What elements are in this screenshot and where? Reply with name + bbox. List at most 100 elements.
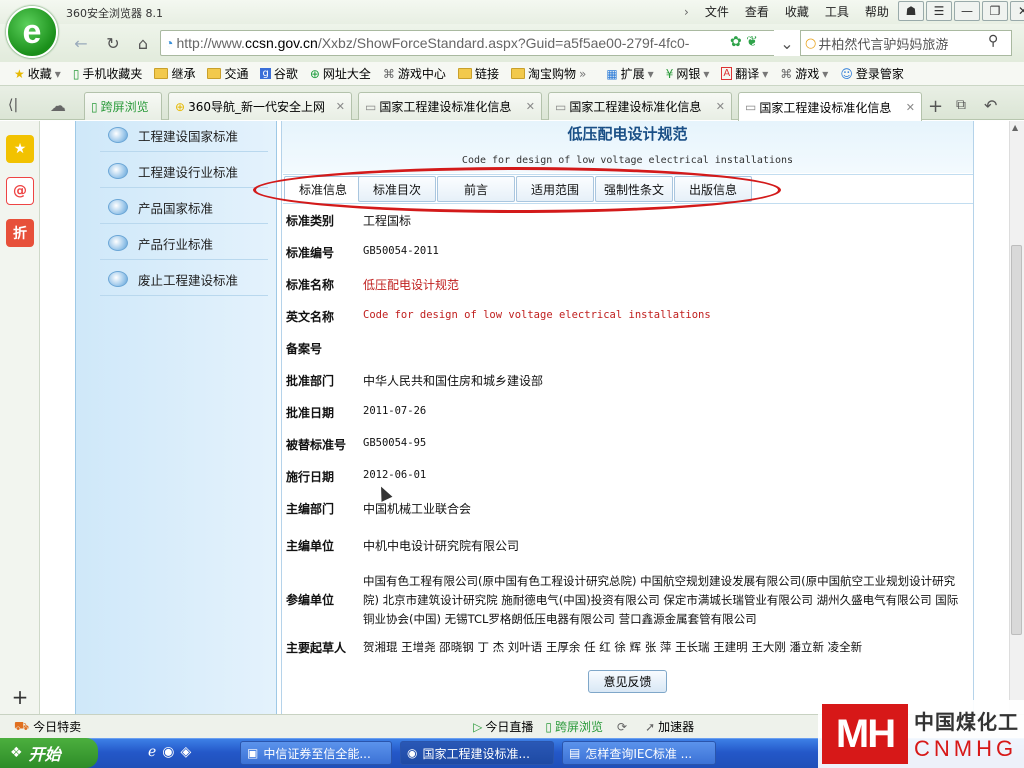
menu-chevron-icon[interactable]: › <box>676 5 697 19</box>
tab-close-icon[interactable]: ✕ <box>332 100 345 113</box>
cloud-icon[interactable]: ☁ <box>50 96 66 115</box>
address-dropdown-icon[interactable]: ⌄ <box>774 30 800 56</box>
scroll-up-icon[interactable]: ▲ <box>1012 123 1018 132</box>
bookmark-game-center[interactable]: ⌘ 游戏中心 <box>377 65 452 82</box>
translate-button[interactable]: A 翻译 ▾ <box>715 65 774 82</box>
menu-favorites[interactable]: 收藏 <box>777 3 817 20</box>
menu-view[interactable]: 查看 <box>737 3 777 20</box>
tab-scroll-left-icon[interactable]: ⟨| <box>8 97 18 113</box>
field-value-standard-name: 低压配电设计规范 <box>363 278 460 292</box>
gamepad-icon: ⌘ <box>780 66 793 81</box>
sidebar-item-industry-engineering[interactable]: 工程建设行业标准 <box>108 156 238 186</box>
field-label: 主要起草人 <box>286 641 347 655</box>
page-icon: ▭ <box>555 99 567 114</box>
sidebar-item-industry-product[interactable]: 产品行业标准 <box>108 228 213 258</box>
yen-icon: ¥ <box>665 66 674 81</box>
shopping-bag-icon: ⛟ <box>14 718 30 733</box>
minimize-button[interactable]: — <box>954 1 980 21</box>
bookmark-mobile-favorites[interactable]: ▯ 手机收藏夹 <box>67 65 149 82</box>
cross-screen-link[interactable]: 跨屏浏览 <box>555 718 603 735</box>
today-live-link[interactable]: 今日直播 <box>485 718 533 735</box>
taskbar-item-citic[interactable]: ▣ 中信证券至信全能... <box>240 741 392 765</box>
app-icon[interactable]: ◈ <box>181 744 192 760</box>
feedback-button[interactable]: 意见反馈 <box>588 670 667 693</box>
taskbar-item-browser[interactable]: ◉ 国家工程建设标准... <box>400 741 554 765</box>
tab-360-nav[interactable]: ⊕ 360导航_新一代安全上网 ✕ <box>168 92 352 120</box>
skin-icon[interactable]: ☗ <box>898 1 924 21</box>
grid-icon: ▦ <box>606 66 618 81</box>
security-shield-icon[interactable]: ✿ ❦ <box>730 34 774 50</box>
search-icon[interactable]: ⚲ <box>988 33 999 49</box>
browser-icon[interactable]: ◉ <box>162 744 174 760</box>
tab-list-icon[interactable]: ⧉ <box>956 97 966 113</box>
watermark-en: CNMHG <box>914 736 1018 761</box>
field-label: 标准编号 <box>286 246 335 260</box>
red-highlight-ellipse <box>253 167 781 213</box>
discount-icon[interactable]: 折 <box>6 219 34 247</box>
tab-close-icon[interactable]: ✕ <box>522 100 535 113</box>
email-icon[interactable]: @ <box>6 177 34 205</box>
translate-icon: A <box>721 67 733 80</box>
bookmark-inherit[interactable]: 继承 <box>148 65 201 82</box>
ie-icon[interactable]: ℯ <box>148 744 156 760</box>
tab-standards-1[interactable]: ▭ 国家工程建设标准化信息 ✕ <box>358 92 542 120</box>
menu-tools[interactable]: 工具 <box>817 3 857 20</box>
browser-logo-icon[interactable]: e <box>6 6 58 58</box>
tab-cross-screen[interactable]: ▯ 跨屏浏览 <box>84 92 162 120</box>
back-button[interactable]: ← <box>68 30 94 56</box>
taskbar-item-document[interactable]: ▤ 怎样查询IEC标准 ... <box>562 741 716 765</box>
field-value-english-name: Code for design of low voltage electrica… <box>363 309 711 321</box>
bookmark-links[interactable]: 链接 <box>452 65 505 82</box>
bookmarks-bar: ★ 收藏 ▾ ▯ 手机收藏夹 继承 交通 g 谷歌 ⊕ 网址大全 ⌘ 游戏中心 链接 淘宝购… <box>0 62 1024 86</box>
rocket-icon: ➚ <box>645 719 656 734</box>
star-icon: ★ <box>14 66 25 81</box>
field-value-standard-number: GB50054-2011 <box>363 245 439 257</box>
close-button[interactable]: ✕ <box>1010 1 1024 21</box>
bookmark-url-directory[interactable]: ⊕ 网址大全 <box>304 65 377 82</box>
bookmark-google[interactable]: g 谷歌 <box>254 65 303 82</box>
undo-close-icon[interactable]: ↶ <box>984 96 997 115</box>
home-button[interactable]: ⌂ <box>130 30 156 56</box>
field-value: 2011-07-26 <box>363 405 427 417</box>
accelerator-link[interactable]: 加速器 <box>658 718 694 735</box>
extensions-button[interactable]: ▦ 扩展 ▾ <box>600 65 659 82</box>
google-icon: g <box>260 68 271 79</box>
search-input[interactable]: ○ 井柏然代言驴妈妈旅游 <box>800 30 1012 56</box>
menu-file[interactable]: 文件 <box>697 3 737 20</box>
refresh-button[interactable]: ↻ <box>100 30 126 56</box>
maximize-button[interactable]: ❐ <box>982 1 1008 21</box>
phone-icon: ▯ <box>91 99 98 114</box>
today-deals-link[interactable]: 今日特卖 <box>33 718 81 735</box>
field-value: 2012-06-01 <box>363 469 427 481</box>
tab-standards-2[interactable]: ▭ 国家工程建设标准化信息 ✕ <box>548 92 732 120</box>
window-controls: ☗ ☰ — ❐ ✕ <box>898 1 1024 21</box>
address-bar[interactable]: ◔ http://www. ccsn.gov.cn/Xxbz/ShowForceS… <box>160 30 796 56</box>
tab-standards-active[interactable]: ▭ 国家工程建设标准化信息 ✕ <box>738 92 922 121</box>
start-button[interactable]: ❖ 开始 <box>0 738 98 768</box>
menu-bar: › 文件 查看 收藏 工具 帮助 <box>676 3 897 20</box>
list-icon[interactable]: ☰ <box>926 1 952 21</box>
netbank-button[interactable]: ¥ 网银 ▾ <box>660 65 716 82</box>
favorites-star-icon[interactable]: ★ <box>6 135 34 163</box>
tab-close-icon[interactable]: ✕ <box>902 101 915 114</box>
games-button[interactable]: ⌘ 游戏 ▾ <box>774 65 834 82</box>
tab-close-icon[interactable]: ✕ <box>712 100 725 113</box>
bookmark-taobao[interactable]: 淘宝购物» <box>505 65 592 82</box>
book-icon <box>108 127 128 143</box>
sync-icon[interactable]: ⟳ <box>617 720 627 734</box>
menu-help[interactable]: 帮助 <box>857 3 897 20</box>
bookmark-traffic[interactable]: 交通 <box>201 65 254 82</box>
field-value-participants: 中国有色工程有限公司(原中国有色工程设计研究总院) 中国航空规划建设发展有限公司… <box>363 574 959 626</box>
login-manager-button[interactable]: ☺ 登录管家 <box>834 65 910 82</box>
new-tab-icon[interactable]: + <box>928 96 943 117</box>
add-sidebar-icon[interactable]: + <box>6 683 34 711</box>
field-value-drafters: 贺湘琨 王增尧 邵晓钢 丁 杰 刘叶语 王厚余 任 红 徐 辉 张 萍 王长瑞 … <box>363 640 863 654</box>
field-label: 主编单位 <box>286 539 335 553</box>
sidebar-item-abolished[interactable]: 废止工程建设标准 <box>108 264 238 294</box>
bookmark-favorites[interactable]: ★ 收藏 ▾ <box>8 65 67 82</box>
search-engine-icon[interactable]: ○ <box>805 36 816 51</box>
sidebar-item-national-engineering[interactable]: 工程建设国家标准 <box>108 120 238 150</box>
scrollbar-thumb[interactable] <box>1011 245 1022 635</box>
field-label: 批准部门 <box>286 374 335 388</box>
sidebar-item-national-product[interactable]: 产品国家标准 <box>108 192 213 222</box>
